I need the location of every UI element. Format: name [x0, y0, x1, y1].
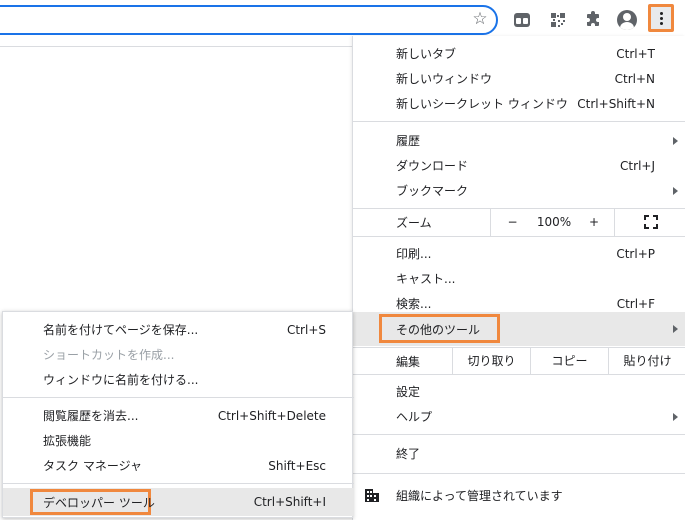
zoom-level: 100% — [536, 215, 572, 229]
menu-item-help[interactable]: ヘルプ — [353, 404, 685, 429]
zoom-out-button[interactable]: − — [490, 208, 534, 236]
menu-separator — [353, 236, 685, 237]
fullscreen-icon — [643, 215, 658, 229]
menu-item-new-tab[interactable]: 新しいタブ Ctrl+T — [353, 41, 685, 66]
menu-separator — [3, 397, 354, 398]
more-tools-submenu: 名前を付けてページを保存... Ctrl+S ショートカットを作成... ウィン… — [2, 311, 354, 518]
paste-button[interactable]: 貼り付け — [608, 347, 685, 374]
menu-separator — [353, 473, 685, 474]
tab-search-icon[interactable] — [511, 9, 533, 31]
edit-row: 編集 切り取り コピー 貼り付け — [353, 347, 685, 374]
chrome-main-menu: 新しいタブ Ctrl+T 新しいウィンドウ Ctrl+N 新しいシークレット ウ… — [352, 36, 685, 520]
kebab-menu-icon[interactable] — [648, 4, 674, 32]
submenu-arrow-icon — [673, 325, 678, 333]
menu-separator — [353, 434, 685, 435]
zoom-label: ズーム — [396, 216, 432, 230]
avatar — [617, 10, 637, 30]
submenu-arrow-icon — [673, 412, 678, 421]
submenu-item-task-manager[interactable]: タスク マネージャ Shift+Esc — [3, 453, 354, 478]
menu-item-new-window[interactable]: 新しいウィンドウ Ctrl+N — [353, 66, 685, 91]
building-icon — [365, 489, 379, 502]
menu-item-bookmarks[interactable]: ブックマーク — [353, 178, 685, 203]
menu-item-history[interactable]: 履歴 — [353, 128, 685, 153]
menu-item-print[interactable]: 印刷... Ctrl+P — [353, 241, 685, 266]
submenu-item-clear-data[interactable]: 閲覧履歴を消去... Ctrl+Shift+Delete — [3, 403, 354, 428]
menu-item-downloads[interactable]: ダウンロード Ctrl+J — [353, 153, 685, 178]
menu-item-more-tools[interactable]: その他のツール — [353, 312, 685, 346]
menu-item-settings[interactable]: 設定 — [353, 379, 685, 404]
zoom-row: ズーム − 100% + — [353, 208, 685, 236]
submenu-arrow-icon — [673, 136, 678, 145]
menu-item-exit[interactable]: 終了 — [353, 441, 685, 466]
menu-separator — [3, 483, 354, 484]
zoom-in-button[interactable]: + — [574, 208, 614, 236]
submenu-arrow-icon — [673, 186, 678, 195]
menu-item-cast[interactable]: キャスト... — [353, 266, 685, 291]
profile-icon[interactable] — [616, 9, 638, 31]
qr-code-icon[interactable] — [547, 9, 569, 31]
cut-button[interactable]: 切り取り — [452, 347, 530, 374]
menu-item-managed[interactable]: 組織によって管理されています — [353, 482, 685, 508]
submenu-item-extensions[interactable]: 拡張機能 — [3, 428, 354, 453]
submenu-item-create-shortcut[interactable]: ショートカットを作成... — [3, 342, 354, 367]
star-icon[interactable]: ☆ — [470, 9, 490, 29]
fullscreen-button[interactable] — [614, 208, 685, 236]
edit-label: 編集 — [396, 355, 421, 369]
submenu-item-name-window[interactable]: ウィンドウに名前を付ける... — [3, 367, 354, 392]
menu-separator — [353, 374, 685, 375]
copy-button[interactable]: コピー — [530, 347, 608, 374]
browser-toolbar: ☆ — [0, 0, 685, 75]
submenu-item-devtools[interactable]: デベロッパー ツール Ctrl+Shift+I — [3, 488, 354, 516]
extensions-icon[interactable] — [582, 9, 604, 31]
page-divider — [0, 46, 352, 47]
submenu-item-save-page[interactable]: 名前を付けてページを保存... Ctrl+S — [3, 317, 354, 342]
address-bar[interactable] — [0, 5, 498, 35]
menu-item-new-incognito[interactable]: 新しいシークレット ウィンドウ Ctrl+Shift+N — [353, 91, 685, 116]
menu-separator — [353, 121, 685, 122]
